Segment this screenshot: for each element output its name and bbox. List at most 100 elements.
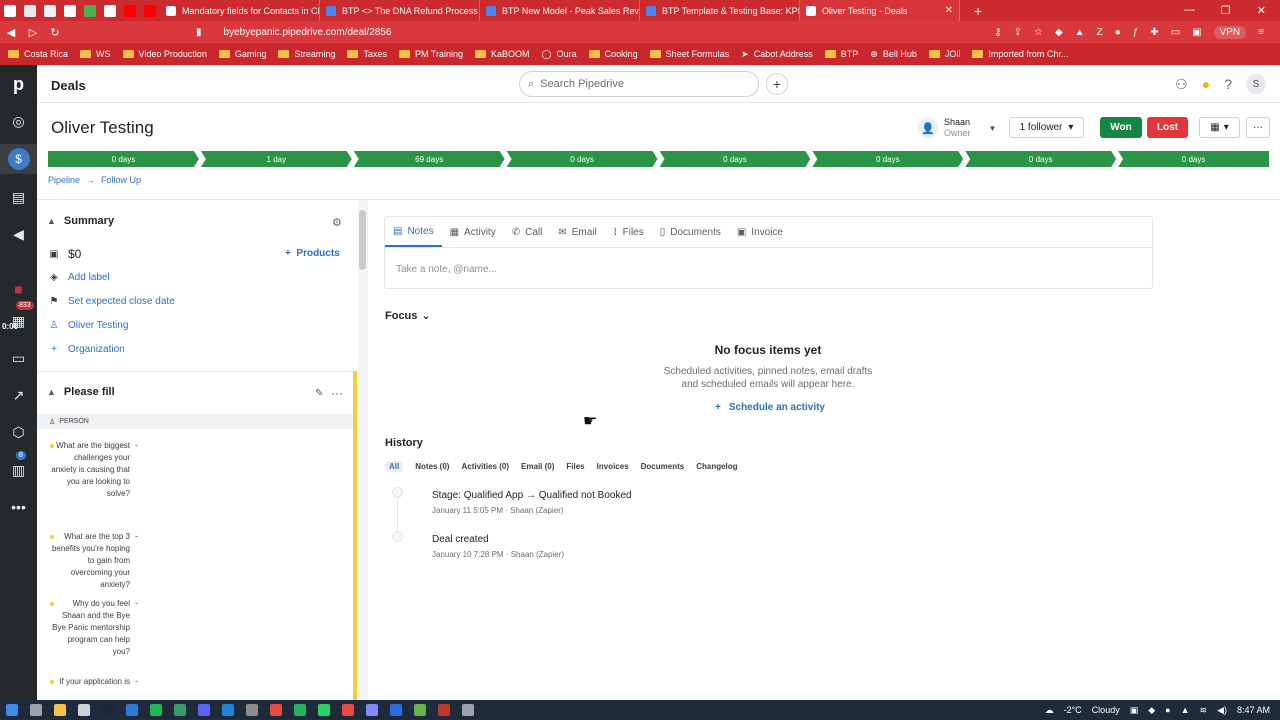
tab-documents[interactable]: ▯ Documents — [652, 217, 729, 247]
gear-icon[interactable]: ⚙ — [332, 216, 342, 229]
youtube-icon[interactable] — [144, 4, 156, 17]
bookmark-item[interactable]: Cooking — [588, 49, 638, 59]
organization-link[interactable]: + Organization — [48, 344, 125, 355]
field-value[interactable]: - — [135, 531, 138, 541]
please-fill-header[interactable]: ▲ Please fill — [47, 386, 115, 398]
bookmark-item[interactable]: JOli — [928, 49, 960, 59]
sidebar-icon[interactable]: ▭ — [1171, 27, 1180, 38]
pipeline-stage[interactable]: 0 days — [812, 151, 963, 167]
tray-app-icon[interactable]: ▲ — [1181, 705, 1190, 715]
app-icon[interactable] — [246, 704, 258, 716]
back-icon[interactable]: ◀ — [0, 26, 22, 39]
windows-start-icon[interactable] — [6, 704, 18, 716]
nav-deals[interactable]: $ — [0, 144, 37, 174]
more-actions-button[interactable]: ··· — [1246, 117, 1270, 138]
app-icon[interactable] — [174, 704, 186, 716]
wifi-icon[interactable]: ≋ — [1200, 705, 1208, 716]
bookmark-item[interactable]: ➤ Cabot Address — [741, 49, 813, 60]
tray-app-icon[interactable]: ▣ — [1130, 705, 1139, 716]
nav-marketplace[interactable]: ▥ — [0, 455, 37, 485]
view-toggle-button[interactable]: ▦ ▾ — [1199, 117, 1240, 138]
history-filter-email[interactable]: Email (0) — [521, 462, 554, 472]
app-icon[interactable] — [126, 704, 138, 716]
help-icon[interactable]: ? — [1224, 76, 1232, 92]
nav-record[interactable]: ■ — [0, 274, 37, 304]
puzzle-icon[interactable]: ✚ — [1150, 27, 1158, 38]
bookmark-item[interactable]: Costa Rica — [8, 49, 68, 59]
lost-button[interactable]: Lost — [1147, 117, 1188, 138]
brave-icon[interactable] — [270, 704, 282, 716]
bookmark-item[interactable]: ◯ Oura — [542, 49, 577, 60]
zoom-icon[interactable]: Z — [1097, 27, 1103, 38]
app-icon[interactable] — [4, 4, 16, 17]
brave-shield-icon[interactable]: ◆ — [1055, 27, 1063, 38]
sidebar-scrollbar[interactable] — [358, 200, 368, 700]
bookmark-item[interactable]: Taxes — [347, 49, 387, 59]
file-explorer-icon[interactable] — [54, 704, 66, 716]
discord-icon[interactable] — [198, 704, 210, 716]
extension-icon[interactable]: ● — [1115, 27, 1121, 38]
pipeline-stage[interactable]: 1 day — [201, 151, 352, 167]
whatsapp-icon[interactable] — [318, 704, 330, 716]
forward-icon[interactable]: ▷ — [22, 26, 44, 39]
follower-button[interactable]: 1 follower ▾ — [1009, 117, 1084, 138]
bookmark-item[interactable]: KaBOOM — [475, 49, 530, 59]
breadcrumb-stage[interactable]: Follow Up — [101, 175, 141, 185]
tab-files[interactable]: ⌇ Files — [605, 217, 652, 247]
app-icon[interactable] — [390, 704, 402, 716]
calendar-icon[interactable] — [64, 4, 76, 17]
new-tab-icon[interactable]: + — [974, 3, 982, 19]
app-icon[interactable] — [222, 704, 234, 716]
tab-notes[interactable]: ▤ Notes — [385, 217, 442, 247]
bookmark-item[interactable]: Imported from Chr... — [972, 49, 1068, 59]
vpn-button[interactable]: VPN — [1213, 25, 1247, 39]
user-avatar[interactable]: S — [1246, 74, 1266, 94]
browser-tab[interactable]: BTP Template & Testing Base: KPIs - A — [640, 0, 800, 21]
app-icon[interactable] — [366, 704, 378, 716]
more-icon[interactable]: ··· — [331, 386, 343, 400]
browser-tab[interactable]: BTP <> The DNA Refund Process - Go — [320, 0, 480, 21]
nav-calendar[interactable]: ▦ — [0, 306, 37, 336]
pipedrive-logo[interactable]: p — [0, 69, 37, 99]
nav-campaigns[interactable]: ◀ — [0, 219, 37, 249]
wallet-icon[interactable]: ▣ — [1192, 27, 1201, 38]
menu-icon[interactable]: ≡ — [1258, 27, 1264, 38]
extension-icon[interactable]: ƒ — [1133, 27, 1139, 38]
spotify-icon[interactable] — [150, 704, 162, 716]
won-button[interactable]: Won — [1100, 117, 1142, 138]
deal-owner-selector[interactable]: 👤 Shaan Owner ▼ — [918, 117, 996, 139]
pipeline-stage[interactable]: 0 days — [507, 151, 658, 167]
deal-value[interactable]: ▣ $0 — [48, 247, 81, 261]
gmail-icon[interactable] — [24, 4, 36, 17]
search-input[interactable]: ⌕ Search Pipedrive — [519, 71, 759, 97]
history-filter-changelog[interactable]: Changelog — [696, 462, 737, 472]
lightbulb-icon[interactable]: ● — [1202, 76, 1210, 92]
tab-invoice[interactable]: ▣ Invoice — [729, 217, 791, 247]
pipeline-stage[interactable]: 0 days — [1118, 151, 1269, 167]
add-label-link[interactable]: ◈ Add label — [48, 272, 110, 283]
history-filter-files[interactable]: Files — [566, 462, 584, 472]
invite-users-icon[interactable]: ⚇ — [1175, 76, 1188, 93]
schedule-activity-button[interactable]: + Schedule an activity — [715, 402, 825, 413]
bookmark-item[interactable]: ⊕ Bell Hub — [870, 49, 917, 60]
history-filter-invoices[interactable]: Invoices — [597, 462, 629, 472]
pipeline-stage[interactable]: 69 days — [354, 151, 505, 167]
maximize-icon[interactable]: ❐ — [1221, 4, 1231, 17]
tray-app-icon[interactable]: ● — [1165, 705, 1170, 715]
field-value[interactable]: - — [135, 440, 138, 450]
bookmark-item[interactable]: Streaming — [278, 49, 335, 59]
field-value[interactable]: - — [135, 598, 138, 608]
history-filter-all[interactable]: All — [385, 461, 404, 472]
history-filter-notes[interactable]: Notes (0) — [415, 462, 449, 472]
bookmark-item[interactable]: BTP — [824, 49, 858, 59]
pipeline-stage[interactable]: 0 days — [48, 151, 199, 167]
app-icon[interactable] — [462, 704, 474, 716]
settings-icon[interactable] — [78, 704, 90, 716]
close-tab-icon[interactable]: ✕ — [945, 5, 953, 16]
key-icon[interactable]: ⚷ — [994, 27, 1001, 38]
clock-label[interactable]: 8:47 AM — [1237, 705, 1270, 715]
search-icon[interactable] — [30, 704, 42, 716]
close-window-icon[interactable]: ✕ — [1257, 4, 1266, 17]
nav-contacts[interactable]: ▭ — [0, 343, 37, 373]
nav-leads[interactable]: ◎ — [0, 106, 37, 136]
